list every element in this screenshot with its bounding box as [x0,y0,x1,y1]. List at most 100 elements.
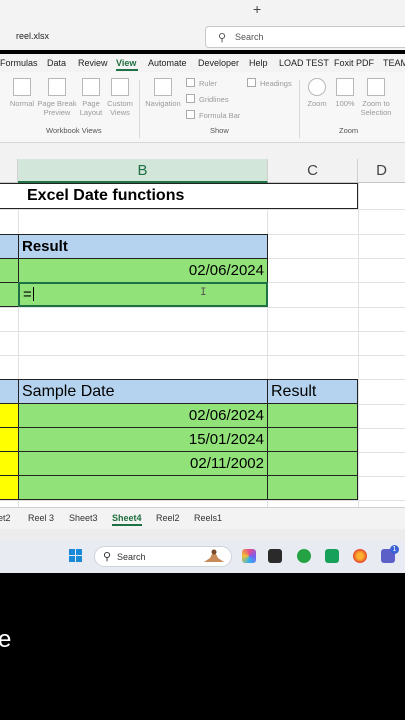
yellow-cell[interactable] [0,403,19,428]
yellow-cell[interactable] [0,451,19,476]
navigation-button[interactable]: Navigation [143,78,183,108]
gridline [0,500,405,501]
search-highlight-icon [200,548,228,564]
gridlines-checkbox[interactable]: Gridlines [186,94,229,104]
sample-date-cell[interactable]: 02/11/2002 [18,451,268,476]
formula-bar-label: Formula Bar [199,111,241,120]
tab-data[interactable]: Data [47,58,66,68]
formula-bar-checkbox[interactable]: Formula Bar [186,110,240,120]
text-caret [32,287,34,301]
result-cell[interactable] [267,427,358,452]
worksheet-grid[interactable]: B C D Excel Date functions Result 02/06/… [0,159,405,507]
gridline [0,209,405,210]
zoom-100-button[interactable]: 100% [332,78,358,108]
sheet-tab-et2[interactable]: et2 [0,513,11,523]
sheet-tab-reel2[interactable]: Reel2 [156,513,180,523]
result-cell[interactable] [267,451,358,476]
status-bar [0,529,405,541]
formula-text: = [23,286,32,303]
whatsapp-icon[interactable] [297,549,311,563]
ribbon-tabs: Formulas Data Review View Automate Devel… [0,54,405,72]
tab-formulas[interactable]: Formulas [0,58,38,68]
custom-views-label-1: Custom [107,99,133,108]
gridline [358,183,359,507]
ribbon-separator [139,80,140,138]
column-header-d[interactable]: D [358,159,405,183]
notification-badge: 1 [390,545,399,554]
sheet-tab-reels1[interactable]: Reels1 [194,513,222,523]
sheet-title-cell[interactable]: Excel Date functions [0,183,358,209]
formula-bar-area [0,143,405,159]
firefox-icon[interactable] [353,549,367,563]
page-layout-label-1: Page [82,99,100,108]
result-header-cell[interactable]: Result [18,234,268,259]
tab-developer[interactable]: Developer [198,58,239,68]
zoom-label: Zoom [307,99,327,108]
normal-view-button[interactable]: Normal [8,78,36,108]
task-view-icon[interactable] [268,549,282,563]
video-overlay [0,573,405,720]
zoom-to-selection-button[interactable]: Zoom to Selection [358,78,394,117]
zoom-selection-label-1: Zoom to [362,99,390,108]
zoom-button[interactable]: Zoom [303,78,331,108]
workbook-views-group-label: Workbook Views [46,126,102,135]
sample-date-cell[interactable]: 15/01/2024 [18,427,268,452]
result-value-cell[interactable]: 02/06/2024 [18,258,268,283]
tab-foxit-pdf[interactable]: Foxit PDF [334,58,374,68]
tab-review[interactable]: Review [78,58,108,68]
gridline [0,331,405,332]
tab-automate[interactable]: Automate [148,58,187,68]
cell-a-row1[interactable] [0,258,19,283]
search-box[interactable]: ⚲ Search [205,26,405,48]
mouse-cursor-icon: I [200,287,207,299]
normal-view-label: Normal [9,99,35,108]
cell-a-sample-header[interactable] [0,379,19,404]
result-cell[interactable] [267,403,358,428]
sheet-tab-sheet3[interactable]: Sheet3 [69,513,98,523]
yellow-cell[interactable] [0,427,19,452]
add-sheet-button[interactable]: + [253,1,261,17]
copilot-icon[interactable] [242,549,256,563]
tab-team[interactable]: TEAM [383,58,405,68]
page-layout-button[interactable]: Page Layout [78,78,104,117]
sample-date-cell[interactable]: 02/06/2024 [18,403,268,428]
search-icon: ⚲ [103,551,112,563]
zoom-selection-icon [367,78,385,96]
result-header-cell-2[interactable]: Result [267,379,358,404]
headings-checkbox[interactable]: Headings [247,78,292,88]
ruler-label: Ruler [199,79,217,88]
gridline [0,307,405,308]
ruler-checkbox[interactable]: Ruler [186,78,217,88]
file-name: reel.xlsx [16,31,50,41]
sample-date-header-cell[interactable]: Sample Date [18,379,268,404]
cell-a-header[interactable] [0,234,19,259]
windows-start-icon[interactable] [69,549,83,563]
page-layout-icon [82,78,100,96]
zoom-group-label: Zoom [339,126,359,135]
tab-help[interactable]: Help [249,58,268,68]
tab-load-test[interactable]: LOAD TEST [279,58,329,68]
custom-views-label-2: Views [110,108,130,117]
column-header-b[interactable]: B [18,159,268,183]
zoom-selection-label-2: Selection [360,108,392,117]
page-break-preview-button[interactable]: Page Break Preview [37,78,77,117]
tab-view[interactable]: View [116,58,136,68]
ribbon-separator [299,80,300,138]
magnifier-icon [308,78,326,96]
sample-date-cell[interactable] [18,475,268,500]
column-header-c[interactable]: C [268,159,358,183]
navigation-icon [154,78,172,96]
sheet-tab-sheet4[interactable]: Sheet4 [112,513,142,526]
yellow-cell[interactable] [0,475,19,500]
taskbar-search-placeholder: Search [117,552,146,562]
result-cell[interactable] [267,475,358,500]
sheet-tab-reel3[interactable]: Reel 3 [28,513,54,523]
cell-a-row2[interactable] [0,282,19,307]
custom-views-button[interactable]: Custom Views [105,78,135,117]
column-header-a[interactable] [0,159,18,183]
active-formula-cell[interactable]: = [18,282,268,307]
page-layout-label-2: Layout [79,108,103,117]
app-icon[interactable] [325,549,339,563]
search-icon: ⚲ [218,32,227,44]
active-tab-indicator [116,69,138,71]
